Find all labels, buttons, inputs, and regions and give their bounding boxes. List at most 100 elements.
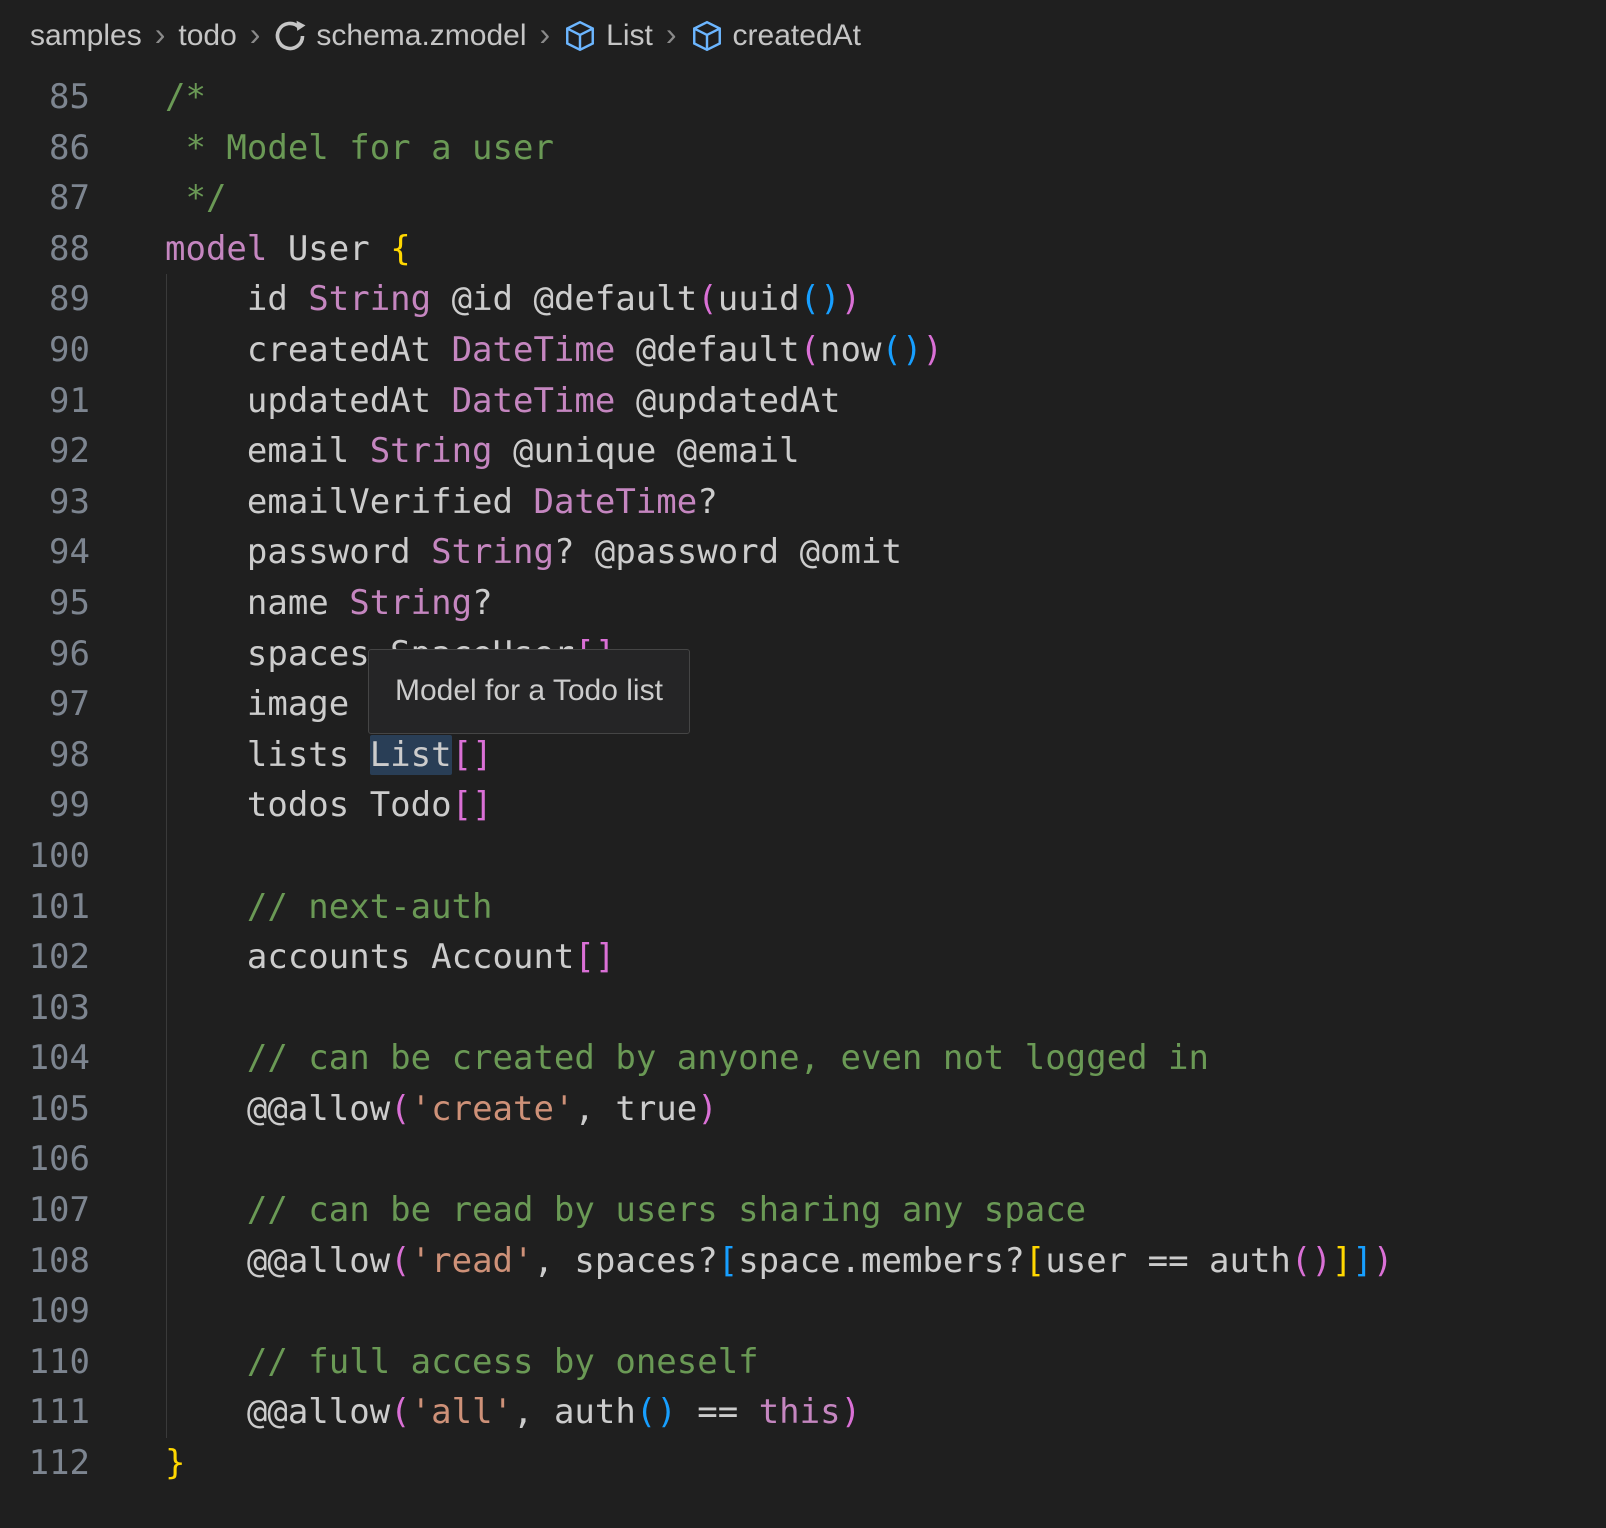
code-line: 90 createdAt DateTime @default(now()) [0,325,1606,376]
code-line: 91 updatedAt DateTime @updatedAt [0,376,1606,427]
code-line: 105 @@allow('create', true) [0,1084,1606,1135]
code-line: 107 // can be read by users sharing any … [0,1185,1606,1236]
line-number[interactable]: 87 [0,173,90,224]
code-token: lists [165,735,370,775]
code-token: ) [922,330,942,370]
code-token: // can be created by anyone, even not lo… [247,1038,1209,1078]
breadcrumb-item-createdat[interactable]: createdAt [733,19,861,53]
code-token: @default [615,330,799,370]
code-line: 94 password String? @password @omit [0,527,1606,578]
code-token: id [165,279,308,319]
line-number[interactable]: 97 [0,679,90,730]
line-content[interactable] [90,1134,165,1185]
line-number[interactable]: 104 [0,1033,90,1084]
line-content[interactable]: accounts Account[] [90,932,615,983]
line-content[interactable]: id String @id @default(uuid()) [90,274,861,325]
line-number[interactable]: 89 [0,274,90,325]
breadcrumb: samples›todo› schema.zmodel› List› creat… [0,0,1606,72]
breadcrumb-separator: › [250,16,261,53]
line-number[interactable]: 93 [0,477,90,528]
line-content[interactable]: todos Todo[] [90,780,493,831]
line-content[interactable]: */ [90,173,226,224]
line-number[interactable]: 107 [0,1185,90,1236]
code-line: 112} [0,1438,1606,1489]
code-line: 108 @@allow('read', spaces?[space.member… [0,1236,1606,1287]
line-content[interactable]: name String? [90,578,493,629]
code-token: @@allow [165,1392,390,1432]
line-number[interactable]: 108 [0,1236,90,1287]
line-number[interactable]: 86 [0,123,90,174]
line-number[interactable]: 90 [0,325,90,376]
line-number[interactable]: 106 [0,1134,90,1185]
hover-tooltip: Model for a Todo list [368,649,690,734]
code-token: [] [574,937,615,977]
line-content[interactable]: model User { [90,224,411,275]
line-number[interactable]: 110 [0,1337,90,1388]
line-number[interactable]: 102 [0,932,90,983]
line-content[interactable]: // can be read by users sharing any spac… [90,1185,1086,1236]
line-content[interactable]: @@allow('all', auth() == this) [90,1387,861,1438]
code-token: ( [390,1089,410,1129]
line-number[interactable]: 96 [0,629,90,680]
code-token: // full access by oneself [247,1342,759,1382]
line-content[interactable]: emailVerified DateTime? [90,477,718,528]
line-content[interactable]: // can be created by anyone, even not lo… [90,1033,1209,1084]
line-number[interactable]: 111 [0,1387,90,1438]
code-token: ) [841,1392,861,1432]
line-content[interactable]: @@allow('create', true) [90,1084,718,1135]
line-content[interactable]: updatedAt DateTime @updatedAt [90,376,841,427]
code-line: 89 id String @id @default(uuid()) [0,274,1606,325]
line-content[interactable]: createdAt DateTime @default(now()) [90,325,943,376]
line-number[interactable]: 101 [0,882,90,933]
line-number[interactable]: 99 [0,780,90,831]
code-token: @@allow [165,1089,390,1129]
line-number[interactable]: 85 [0,72,90,123]
line-content[interactable]: // full access by oneself [90,1337,759,1388]
code-token: image [165,684,370,724]
line-number[interactable]: 109 [0,1286,90,1337]
line-content[interactable]: password String? @password @omit [90,527,902,578]
editor[interactable]: 85/*86 * Model for a user87 */88model Us… [0,72,1606,1489]
code-token: ] [1352,1241,1372,1281]
line-content[interactable]: image [90,679,370,730]
line-content[interactable]: // next-auth [90,882,493,933]
symbol-cube-icon [690,19,724,53]
line-number[interactable]: 91 [0,376,90,427]
code-line: 100 [0,831,1606,882]
line-number[interactable]: 94 [0,527,90,578]
breadcrumb-item-list[interactable]: List [606,19,653,53]
code-line: 111 @@allow('all', auth() == this) [0,1387,1606,1438]
code-token: this [759,1392,841,1432]
code-token: updatedAt [165,381,452,421]
code-token: // next-auth [247,887,493,927]
line-content[interactable]: /* [90,72,206,123]
code-line: 104 // can be created by anyone, even no… [0,1033,1606,1084]
code-token: createdAt [165,330,452,370]
line-number[interactable]: 92 [0,426,90,477]
line-number[interactable]: 105 [0,1084,90,1135]
code-token: * Model for a user [165,128,554,168]
line-number[interactable]: 95 [0,578,90,629]
breadcrumb-item-schema.zmodel[interactable]: schema.zmodel [316,19,526,53]
line-content[interactable]: } [90,1438,185,1489]
line-content[interactable] [90,831,165,882]
code-token: @id @default [431,279,697,319]
line-content[interactable] [90,1286,165,1337]
line-number[interactable]: 112 [0,1438,90,1489]
line-number[interactable]: 88 [0,224,90,275]
line-content[interactable]: @@allow('read', spaces?[space.members?[u… [90,1236,1393,1287]
line-content[interactable] [90,983,165,1034]
line-content[interactable]: * Model for a user [90,123,554,174]
code-line: 99 todos Todo[] [0,780,1606,831]
line-content[interactable]: lists List[] [90,730,493,781]
line-number[interactable]: 103 [0,983,90,1034]
line-number[interactable]: 100 [0,831,90,882]
line-content[interactable]: email String @unique @email [90,426,800,477]
code-token: ) [697,1089,717,1129]
breadcrumb-item-samples[interactable]: samples [30,19,142,53]
code-token: space.members? [738,1241,1025,1281]
code-line: 86 * Model for a user [0,123,1606,174]
breadcrumb-item-todo[interactable]: todo [178,19,236,53]
line-number[interactable]: 98 [0,730,90,781]
code-token: name [165,583,349,623]
